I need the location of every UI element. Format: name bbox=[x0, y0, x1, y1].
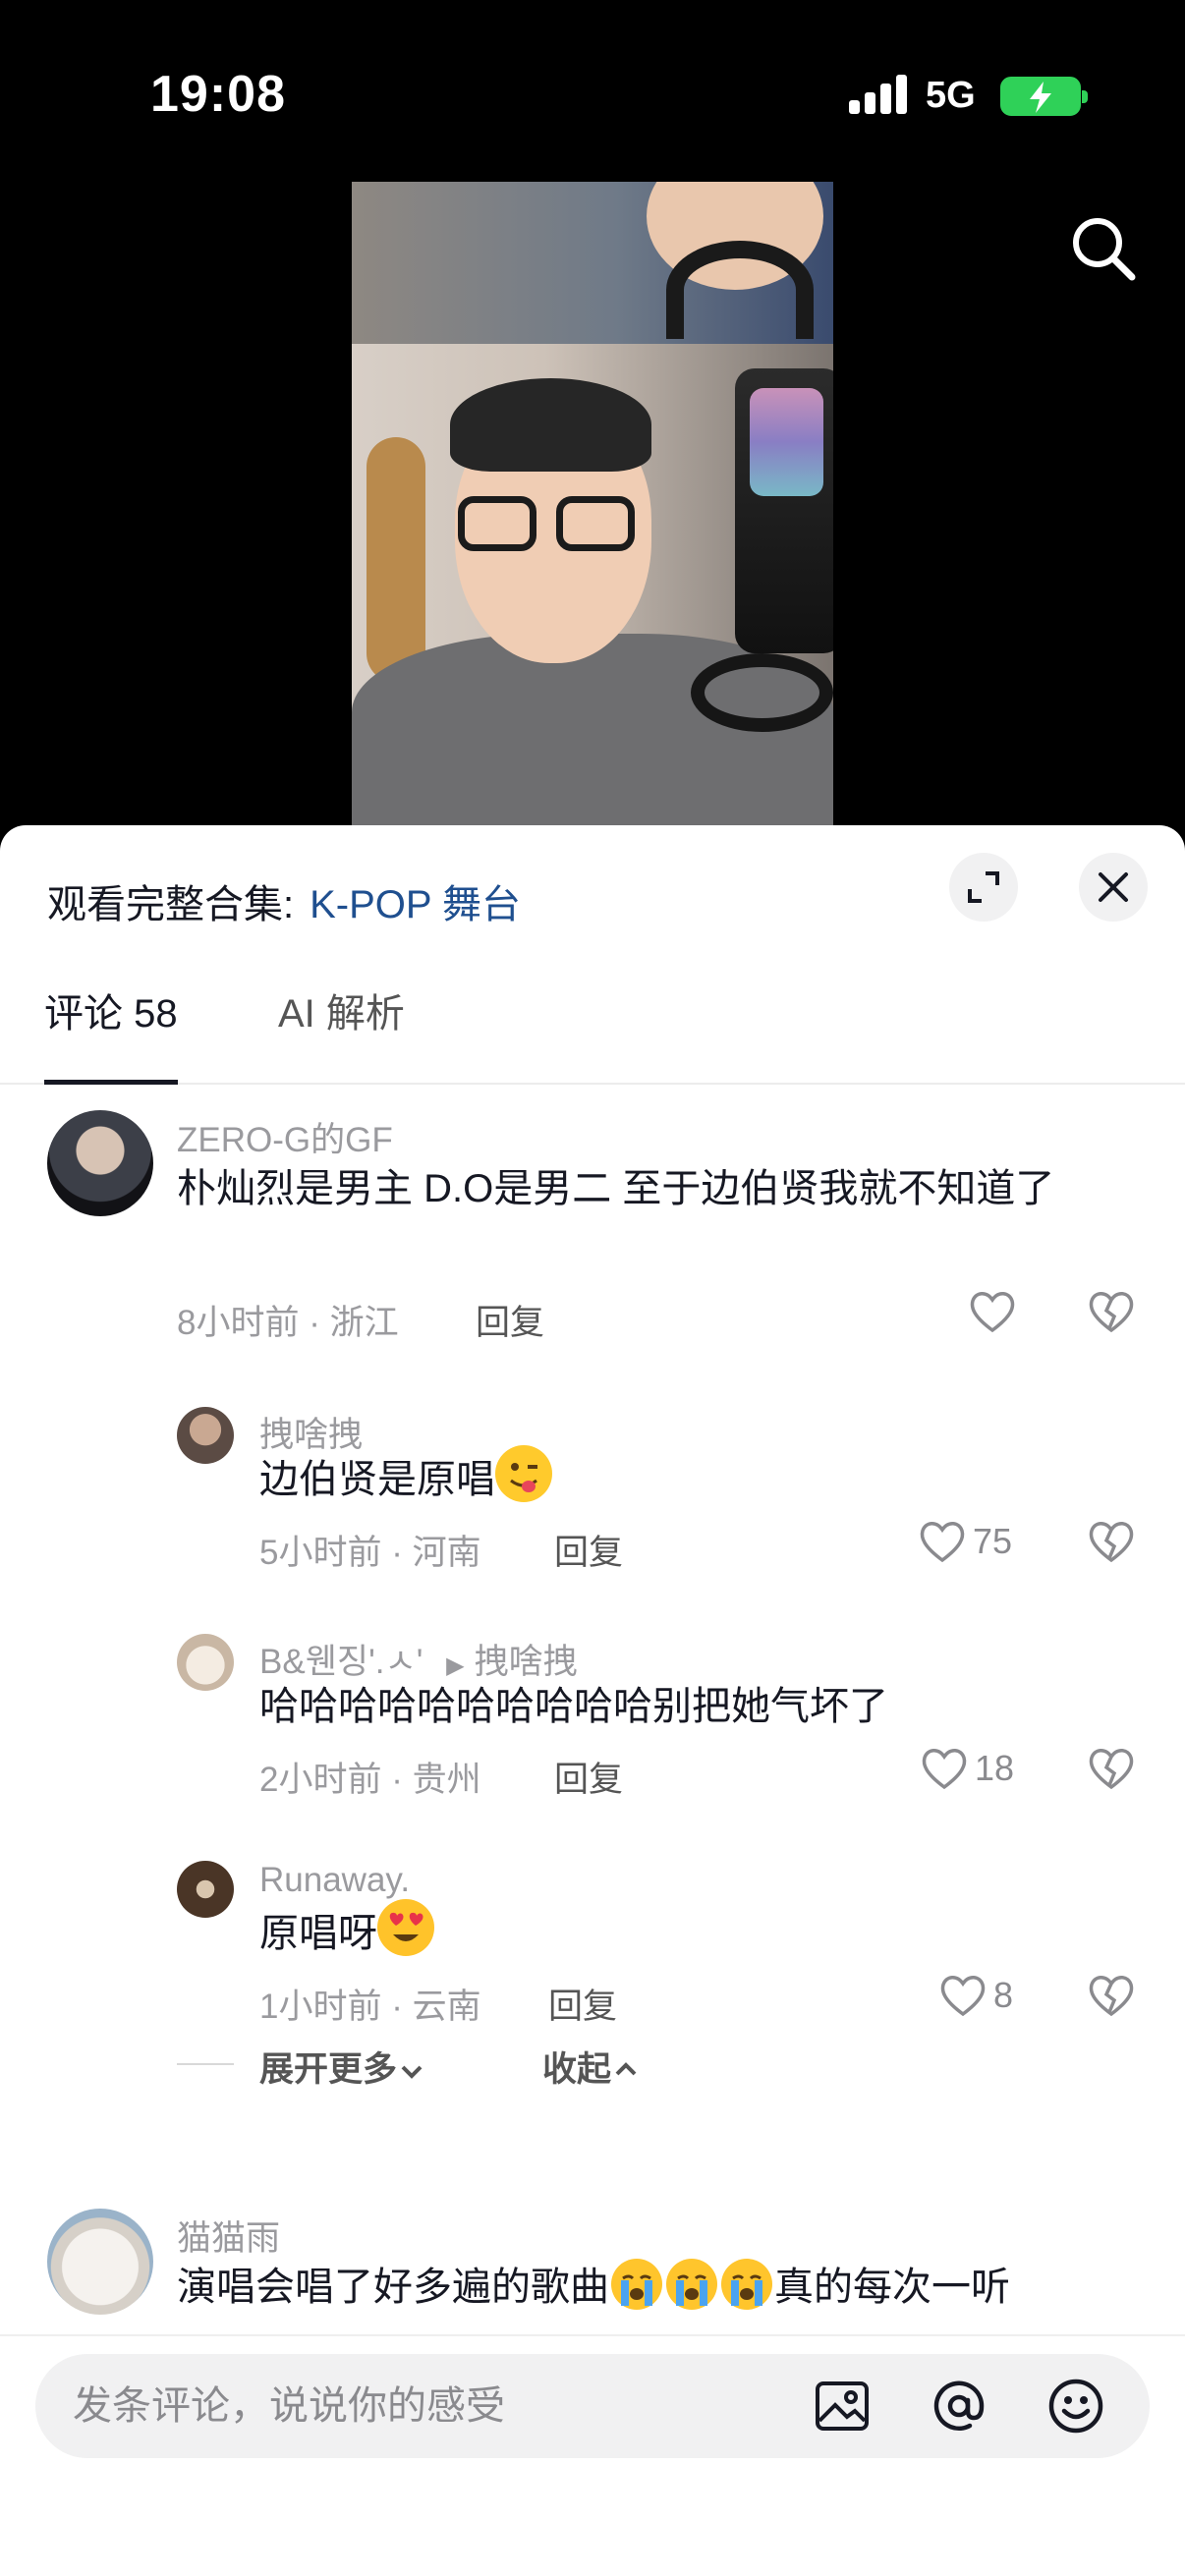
battery-icon bbox=[1000, 77, 1088, 116]
comment-meta: 8小时前 · 浙江 bbox=[177, 1304, 399, 1342]
thread-controls: 展开更多 收起 bbox=[177, 2034, 865, 2093]
like-button[interactable]: 8 bbox=[938, 1973, 1013, 2018]
comment-text: 朴灿烈是男主 D.O是男二 至于边伯贤我就不知道了 bbox=[177, 1167, 1055, 1210]
dislike-button[interactable] bbox=[1087, 1973, 1136, 2023]
video-player[interactable] bbox=[352, 182, 833, 825]
chevron-down-icon bbox=[401, 2065, 423, 2079]
reply-button[interactable]: 回复 bbox=[476, 1295, 544, 1345]
expand-more-button[interactable]: 展开更多 bbox=[259, 2042, 426, 2092]
video-mic-stand bbox=[691, 653, 833, 732]
dislike-button[interactable] bbox=[1087, 1519, 1136, 1569]
expand-icon bbox=[968, 871, 999, 903]
collection-link[interactable]: K-POP 舞台 bbox=[310, 883, 521, 926]
avatar[interactable] bbox=[47, 1110, 153, 1216]
reply-button[interactable]: 回复 bbox=[554, 1525, 623, 1575]
status-time: 19:08 bbox=[150, 66, 286, 123]
image-icon[interactable] bbox=[810, 2374, 875, 2438]
broken-heart-icon bbox=[1089, 1522, 1134, 1563]
broken-heart-icon bbox=[1089, 1292, 1134, 1333]
video-microphone-light bbox=[750, 388, 823, 496]
comment-text: 边伯贤是原唱 bbox=[259, 1458, 495, 1501]
comment-sheet: 观看完整合集: K-POP 舞台 评论 58 AI 解析 ZERO-G的GF 朴灿… bbox=[0, 825, 1185, 2576]
like-count: 8 bbox=[993, 1975, 1014, 2015]
video-glasses bbox=[419, 496, 635, 551]
expand-more-label: 展开更多 bbox=[259, 2050, 398, 2089]
chevron-up-icon bbox=[615, 2062, 637, 2076]
crying-emoji bbox=[666, 2259, 717, 2310]
heart-icon bbox=[940, 1976, 986, 2017]
heart-icon bbox=[920, 1522, 965, 1563]
status-bar: 19:08 5G bbox=[0, 0, 1185, 187]
collection-prefix: 观看完整合集: bbox=[47, 883, 295, 926]
collapse-label: 收起 bbox=[542, 2050, 612, 2089]
network-label: 5G bbox=[926, 75, 976, 116]
wink-tongue-emoji bbox=[495, 1445, 552, 1502]
reply-button[interactable]: 回复 bbox=[548, 1979, 617, 2029]
emoji-icon[interactable] bbox=[1044, 2374, 1108, 2438]
comment-input-container bbox=[35, 2354, 1150, 2458]
avatar[interactable] bbox=[177, 1861, 234, 1918]
dislike-button[interactable] bbox=[1087, 1746, 1136, 1796]
collapse-button[interactable]: 收起 bbox=[542, 2042, 641, 2092]
comment-text: 哈哈哈哈哈哈哈哈哈哈别把她气坏了 bbox=[259, 1685, 888, 1728]
tab-bar: 评论 58 AI 解析 bbox=[0, 982, 1185, 1085]
heart-icon bbox=[970, 1292, 1015, 1333]
tab-ai-analysis[interactable]: AI 解析 bbox=[278, 982, 405, 1085]
tab-comments[interactable]: 评论 58 bbox=[44, 982, 178, 1085]
like-button[interactable]: 18 bbox=[920, 1746, 1014, 1791]
comment-text: 演唱会唱了好多遍的歌曲 bbox=[177, 2266, 609, 2309]
divider bbox=[177, 2063, 234, 2065]
video-headphones bbox=[666, 241, 814, 339]
heart-icon bbox=[922, 1749, 967, 1790]
like-count: 75 bbox=[973, 1521, 1013, 1561]
comment-input-bar bbox=[0, 2334, 1185, 2576]
comment-input[interactable] bbox=[73, 2374, 761, 2438]
comment-text-row: 原唱呀 bbox=[259, 1898, 1124, 1969]
comment-text-row: 边伯贤是原唱 bbox=[259, 1444, 1124, 1515]
close-button[interactable] bbox=[1079, 853, 1148, 922]
video-guitar bbox=[367, 437, 425, 683]
crying-emoji bbox=[721, 2259, 772, 2310]
reply-button[interactable]: 回复 bbox=[554, 1752, 623, 1802]
avatar[interactable] bbox=[47, 2209, 153, 2315]
comment-author[interactable]: Runaway. bbox=[259, 1861, 410, 1900]
expand-button[interactable] bbox=[949, 853, 1018, 922]
comment-text-row: 演唱会唱了好多遍的歌曲 真的每次一听 bbox=[177, 2252, 1150, 2323]
broken-heart-icon bbox=[1089, 1976, 1134, 2017]
avatar[interactable] bbox=[177, 1634, 234, 1691]
heart-eyes-emoji bbox=[377, 1899, 434, 1956]
signal-icon bbox=[849, 75, 908, 114]
at-icon[interactable] bbox=[927, 2374, 991, 2438]
broken-heart-icon bbox=[1089, 1749, 1134, 1790]
comment-text: 原唱呀 bbox=[259, 1912, 377, 1955]
avatar[interactable] bbox=[177, 1407, 234, 1464]
collection-banner[interactable]: 观看完整合集: K-POP 舞台 bbox=[47, 872, 521, 929]
close-icon bbox=[1099, 872, 1128, 902]
comment-meta: 5小时前 · 河南 bbox=[259, 1534, 481, 1572]
comment-text-tail: 真的每次一听 bbox=[774, 2266, 1010, 2309]
like-button[interactable] bbox=[968, 1289, 1023, 1334]
comment-meta: 2小时前 · 贵州 bbox=[259, 1761, 481, 1799]
video-hair bbox=[450, 378, 651, 472]
dislike-button[interactable] bbox=[1087, 1289, 1136, 1339]
like-button[interactable]: 75 bbox=[918, 1519, 1012, 1564]
crying-emoji bbox=[611, 2259, 662, 2310]
search-icon[interactable] bbox=[1069, 214, 1138, 283]
like-count: 18 bbox=[975, 1748, 1015, 1788]
comment-meta: 1小时前 · 云南 bbox=[259, 1988, 481, 2026]
